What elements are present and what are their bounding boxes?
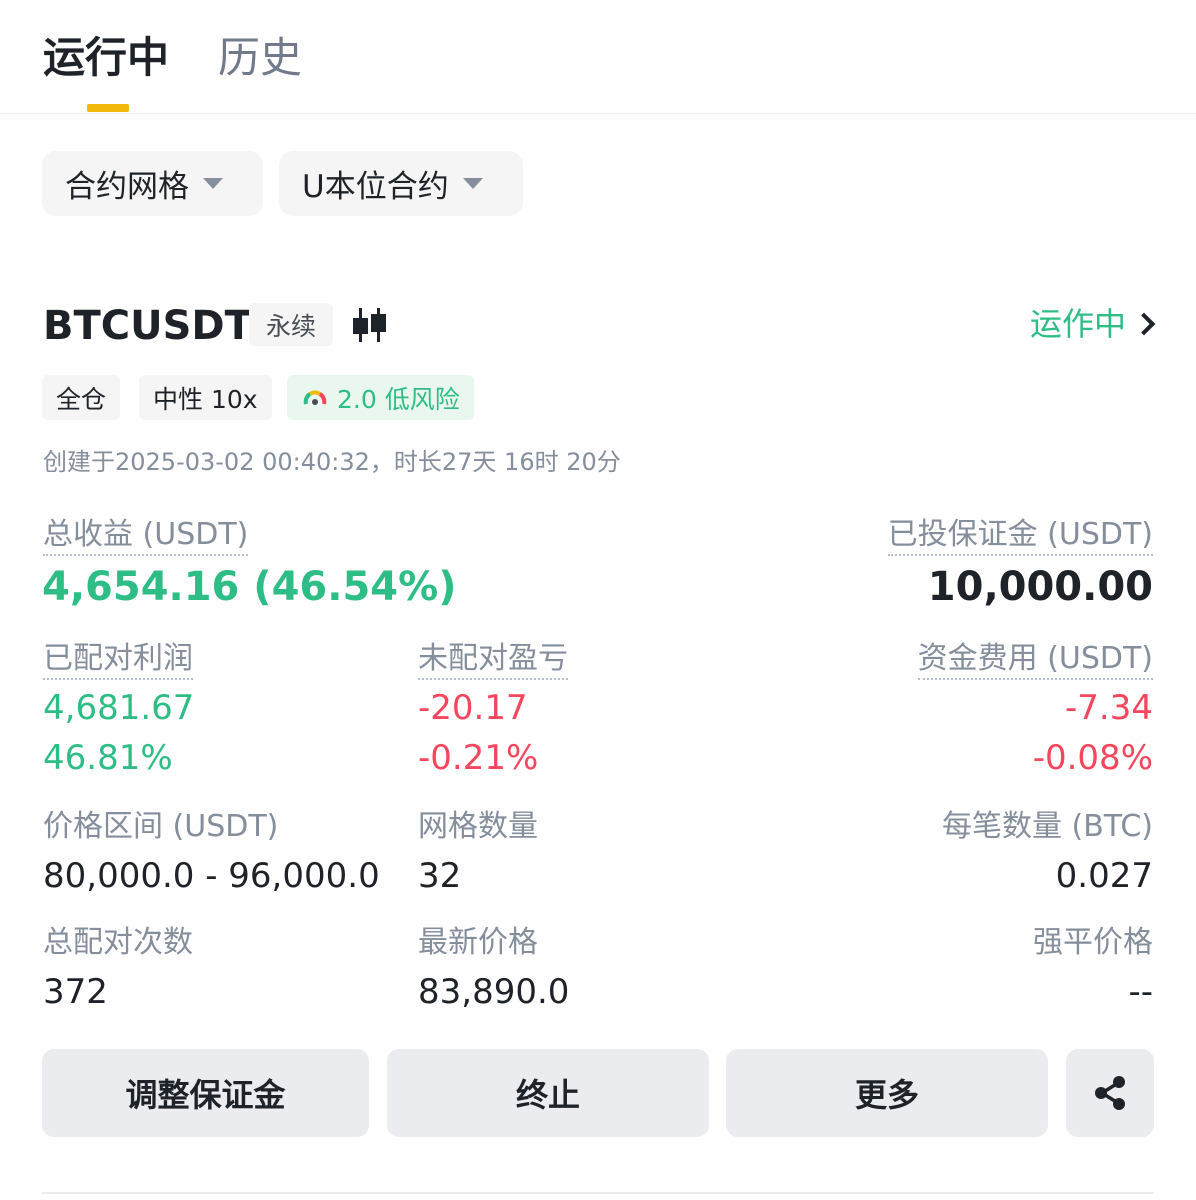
invested-margin-label[interactable]: 已投保证金 (USDT) bbox=[887, 517, 1153, 556]
per-order-qty-value: 0.027 bbox=[1055, 856, 1153, 896]
funding-fee-label[interactable]: 资金费用 (USDT) bbox=[917, 641, 1153, 680]
unmatched-pnl-label[interactable]: 未配对盈亏 bbox=[418, 641, 568, 680]
margin-mode-chip: 全仓 bbox=[42, 375, 121, 420]
invested-margin-value: 10,000.00 bbox=[927, 564, 1153, 610]
active-tab-indicator bbox=[87, 104, 129, 112]
price-range-label: 价格区间 (USDT) bbox=[43, 809, 279, 844]
matched-profit-pct: 46.81% bbox=[43, 738, 173, 778]
bot-status-label: 运作中 bbox=[1029, 305, 1126, 343]
last-price-value: 83,890.0 bbox=[418, 972, 570, 1012]
liquidation-price-value: -- bbox=[1128, 972, 1153, 1012]
bottom-divider bbox=[42, 1192, 1154, 1194]
symbol-title[interactable]: BTCUSDT bbox=[43, 300, 252, 352]
liquidation-price-label: 强平价格 bbox=[1033, 925, 1153, 960]
share-button[interactable] bbox=[1066, 1049, 1154, 1137]
direction-leverage-chip: 中性 10x bbox=[139, 375, 272, 420]
more-button[interactable]: 更多 bbox=[726, 1049, 1048, 1137]
total-matches-label: 总配对次数 bbox=[43, 925, 193, 960]
bot-status-link[interactable]: 运作中 bbox=[1029, 300, 1156, 348]
total-matches-value: 372 bbox=[43, 972, 108, 1012]
matched-profit-value: 4,681.67 bbox=[43, 688, 195, 728]
caret-down-icon bbox=[203, 178, 223, 189]
gauge-icon bbox=[303, 390, 327, 405]
perpetual-badge: 永续 bbox=[249, 303, 333, 346]
strategy-filter-label: 合约网格 bbox=[65, 169, 189, 205]
total-profit-value: 4,654.16 (46.54%) bbox=[42, 564, 457, 610]
funding-fee-value: -7.34 bbox=[1065, 688, 1153, 728]
tab-running[interactable]: 运行中 bbox=[43, 30, 169, 86]
stop-button[interactable]: 终止 bbox=[387, 1049, 709, 1137]
matched-profit-label[interactable]: 已配对利润 bbox=[43, 641, 193, 680]
price-range-value: 80,000.0 - 96,000.0 bbox=[43, 856, 380, 896]
tab-history[interactable]: 历史 bbox=[218, 30, 302, 86]
candlestick-icon[interactable] bbox=[350, 308, 390, 346]
per-order-qty-label: 每笔数量 (BTC) bbox=[941, 809, 1153, 844]
total-profit-label[interactable]: 总收益 (USDT) bbox=[43, 517, 249, 556]
unmatched-pnl-value: -20.17 bbox=[418, 688, 528, 728]
risk-level-chip[interactable]: 2.0 低风险 bbox=[287, 375, 474, 420]
tabs-divider bbox=[0, 113, 1196, 114]
unmatched-pnl-pct: -0.21% bbox=[418, 738, 539, 778]
share-icon bbox=[1095, 1076, 1125, 1110]
contract-type-filter-dropdown[interactable]: U本位合约 bbox=[279, 151, 523, 216]
grid-count-value: 32 bbox=[418, 856, 462, 896]
contract-type-filter-label: U本位合约 bbox=[302, 169, 449, 205]
chevron-right-icon bbox=[1132, 312, 1156, 336]
adjust-margin-button[interactable]: 调整保证金 bbox=[42, 1049, 369, 1137]
strategy-filter-dropdown[interactable]: 合约网格 bbox=[42, 151, 263, 216]
risk-level-label: 2.0 低风险 bbox=[337, 384, 460, 414]
grid-count-label: 网格数量 bbox=[418, 809, 538, 844]
created-time: 创建于2025-03-02 00:40:32，时长27天 16时 20分 bbox=[43, 448, 621, 476]
last-price-label: 最新价格 bbox=[418, 925, 538, 960]
caret-down-icon bbox=[462, 178, 483, 189]
funding-fee-pct: -0.08% bbox=[1032, 738, 1153, 778]
